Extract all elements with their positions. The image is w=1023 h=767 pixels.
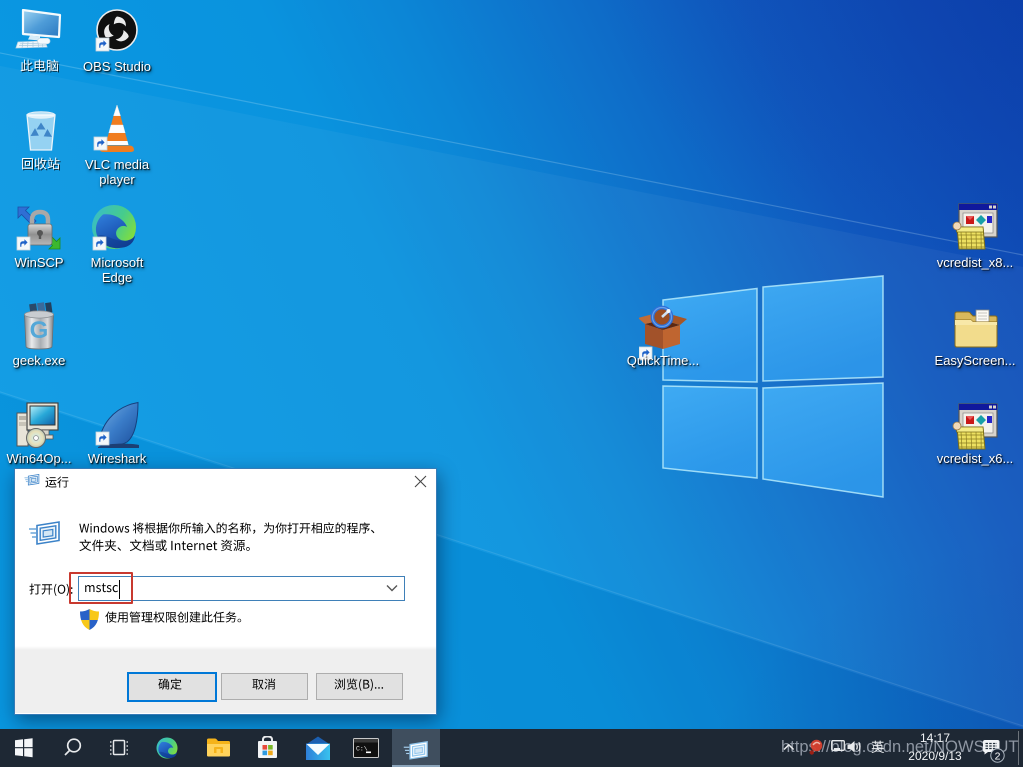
svg-text:2: 2 (995, 750, 1001, 762)
svg-text:C:\: C:\ (356, 746, 368, 753)
